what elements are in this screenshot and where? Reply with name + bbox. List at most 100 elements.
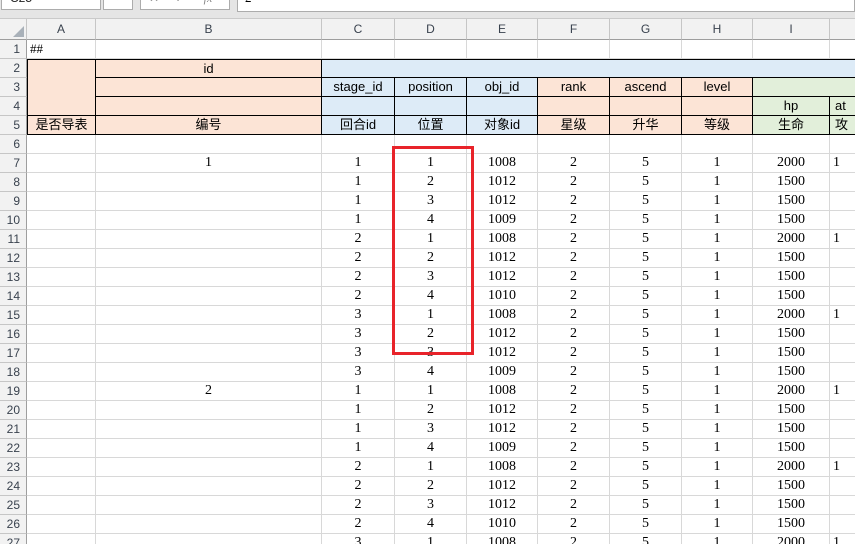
cell-B2[interactable]: id: [96, 59, 322, 78]
cell-D19[interactable]: 1: [395, 382, 467, 401]
row-header-14[interactable]: 14: [0, 287, 27, 306]
cell-C26[interactable]: 2: [322, 515, 395, 534]
cell-A15[interactable]: [27, 306, 96, 325]
cell-E20[interactable]: 1012: [467, 401, 538, 420]
cell-G23[interactable]: 5: [610, 458, 682, 477]
cell-J23[interactable]: 1: [830, 458, 855, 477]
cell-E19[interactable]: 1008: [467, 382, 538, 401]
cell-E9[interactable]: 1012: [467, 192, 538, 211]
cell-J1[interactable]: [830, 40, 855, 59]
cell-J21[interactable]: [830, 420, 855, 439]
cell-A25[interactable]: [27, 496, 96, 515]
cell-C2-band[interactable]: [322, 59, 855, 78]
cell-G27[interactable]: 5: [610, 534, 682, 544]
row-header-3[interactable]: 3: [0, 78, 27, 97]
cell-I9[interactable]: 1500: [753, 192, 830, 211]
name-box-dropdown-icon[interactable]: ▼: [103, 0, 133, 10]
cell-I6[interactable]: [753, 135, 830, 154]
cell-D20[interactable]: 2: [395, 401, 467, 420]
cell-H18[interactable]: 1: [682, 363, 753, 382]
cell-C18[interactable]: 3: [322, 363, 395, 382]
cell-E14[interactable]: 1010: [467, 287, 538, 306]
cell-I12[interactable]: 1500: [753, 249, 830, 268]
cell-C7[interactable]: 1: [322, 154, 395, 173]
row-header-17[interactable]: 17: [0, 344, 27, 363]
cell-G8[interactable]: 5: [610, 173, 682, 192]
cell-F7[interactable]: 2: [538, 154, 610, 173]
cell-D4[interactable]: [395, 97, 467, 116]
row-header-16[interactable]: 16: [0, 325, 27, 344]
cell-B15[interactable]: [96, 306, 322, 325]
cell-H15[interactable]: 1: [682, 306, 753, 325]
cell-A18[interactable]: [27, 363, 96, 382]
cell-C15[interactable]: 3: [322, 306, 395, 325]
cell-E4[interactable]: [467, 97, 538, 116]
cell-I25[interactable]: 1500: [753, 496, 830, 515]
cell-F17[interactable]: 2: [538, 344, 610, 363]
cell-F23[interactable]: 2: [538, 458, 610, 477]
cell-H5[interactable]: 等级: [682, 116, 753, 135]
row-header-20[interactable]: 20: [0, 401, 27, 420]
cell-D10[interactable]: 4: [395, 211, 467, 230]
cell-C5[interactable]: 回合id: [322, 116, 395, 135]
cell-I21[interactable]: 1500: [753, 420, 830, 439]
cell-B7[interactable]: 1: [96, 154, 322, 173]
cell-F11[interactable]: 2: [538, 230, 610, 249]
cell-C4[interactable]: [322, 97, 395, 116]
cell-I5[interactable]: 生命: [753, 116, 830, 135]
cell-G7[interactable]: 5: [610, 154, 682, 173]
cell-H25[interactable]: 1: [682, 496, 753, 515]
cell-F10[interactable]: 2: [538, 211, 610, 230]
cell-C3[interactable]: stage_id: [322, 78, 395, 97]
cell-B23[interactable]: [96, 458, 322, 477]
cell-J11[interactable]: 1: [830, 230, 855, 249]
cell-G14[interactable]: 5: [610, 287, 682, 306]
row-header-4[interactable]: 4: [0, 97, 27, 116]
row-header-5[interactable]: 5: [0, 116, 27, 135]
cell-G10[interactable]: 5: [610, 211, 682, 230]
cell-A22[interactable]: [27, 439, 96, 458]
cell-F27[interactable]: 2: [538, 534, 610, 544]
col-header-G[interactable]: G: [610, 19, 682, 40]
cell-E10[interactable]: 1009: [467, 211, 538, 230]
cell-F5[interactable]: 星级: [538, 116, 610, 135]
cell-B25[interactable]: [96, 496, 322, 515]
cell-C25[interactable]: 2: [322, 496, 395, 515]
cell-I19[interactable]: 2000: [753, 382, 830, 401]
cell-J8[interactable]: [830, 173, 855, 192]
cell-B11[interactable]: [96, 230, 322, 249]
cell-I10[interactable]: 1500: [753, 211, 830, 230]
cell-E6[interactable]: [467, 135, 538, 154]
cell-I18[interactable]: 1500: [753, 363, 830, 382]
cell-B8[interactable]: [96, 173, 322, 192]
cell-B17[interactable]: [96, 344, 322, 363]
cell-D25[interactable]: 3: [395, 496, 467, 515]
cell-D16[interactable]: 2: [395, 325, 467, 344]
cell-D1[interactable]: [395, 40, 467, 59]
cell-G18[interactable]: 5: [610, 363, 682, 382]
cell-A17[interactable]: [27, 344, 96, 363]
cell-D15[interactable]: 1: [395, 306, 467, 325]
cell-D13[interactable]: 3: [395, 268, 467, 287]
cell-C21[interactable]: 1: [322, 420, 395, 439]
cell-E13[interactable]: 1012: [467, 268, 538, 287]
row-header-7[interactable]: 7: [0, 154, 27, 173]
row-header-15[interactable]: 15: [0, 306, 27, 325]
cell-A13[interactable]: [27, 268, 96, 287]
select-all-corner[interactable]: [0, 19, 27, 40]
row-header-1[interactable]: 1: [0, 40, 27, 59]
cell-B12[interactable]: [96, 249, 322, 268]
cell-I13[interactable]: 1500: [753, 268, 830, 287]
cell-B27[interactable]: [96, 534, 322, 544]
cell-F16[interactable]: 2: [538, 325, 610, 344]
cell-G19[interactable]: 5: [610, 382, 682, 401]
cell-G9[interactable]: 5: [610, 192, 682, 211]
cell-H4[interactable]: [682, 97, 753, 116]
cell-H23[interactable]: 1: [682, 458, 753, 477]
cell-J7[interactable]: 1: [830, 154, 855, 173]
cell-C14[interactable]: 2: [322, 287, 395, 306]
cell-A16[interactable]: [27, 325, 96, 344]
cell-B20[interactable]: [96, 401, 322, 420]
cell-I4[interactable]: hp: [753, 97, 830, 116]
row-header-9[interactable]: 9: [0, 192, 27, 211]
